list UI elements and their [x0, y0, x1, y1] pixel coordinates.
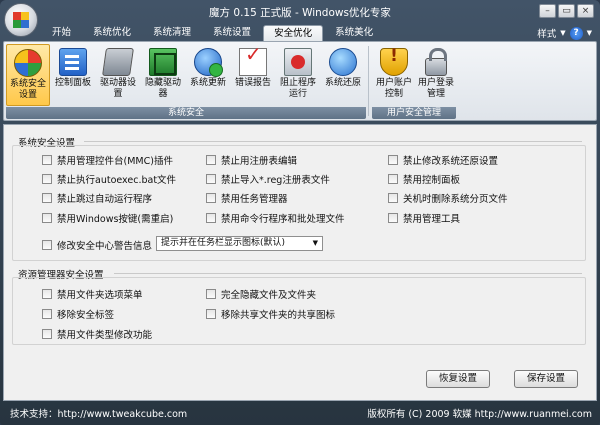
system-restore-icon	[329, 48, 357, 76]
option-disable-folder-options[interactable]: 禁用文件夹选项菜单	[42, 287, 143, 301]
checkbox[interactable]	[206, 213, 216, 223]
ribbon-hide-drive-button[interactable]: 隐藏驱动器	[141, 44, 185, 106]
app-logo-icon[interactable]	[4, 3, 38, 37]
login-lock-icon	[425, 48, 447, 76]
content-panel: 系统安全设置 禁用管理控件台(MMC)插件 禁止用注册表编辑 禁止修改系统还原设…	[3, 124, 597, 401]
support-link[interactable]: 技术支持：http://www.tweakcube.com	[10, 406, 187, 420]
ribbon-system-restore-button[interactable]: 系统还原	[321, 44, 365, 106]
tab-bar: 开始 系统优化 系统清理 系统设置 安全优化 系统美化 样式 ▼ ? ▼	[0, 24, 600, 42]
section-divider	[114, 273, 582, 274]
restore-settings-button[interactable]: 恢复设置	[426, 370, 490, 388]
error-report-icon	[239, 48, 267, 76]
checkbox[interactable]	[206, 155, 216, 165]
option-remove-security-tab[interactable]: 移除安全标签	[42, 307, 114, 321]
window-controls: – ▭ ×	[539, 4, 594, 18]
ribbon-error-report-button[interactable]: 错误报告	[231, 44, 275, 106]
style-menu[interactable]: 样式 ▼ ? ▼	[537, 26, 592, 40]
ribbon-group-system-security: 系统安全设置 控制面板 驱动器设置 隐藏驱动器 系统更新 错误报告	[6, 44, 366, 119]
app-window: 魔方 0.15 正式版 - Windows优化专家 – ▭ × 开始 系统优化 …	[0, 0, 600, 425]
option-disable-filetype-modify[interactable]: 禁用文件类型修改功能	[42, 327, 152, 341]
chevron-down-icon: ▼	[560, 29, 566, 37]
option-disable-regedit[interactable]: 禁止用注册表编辑	[206, 153, 297, 167]
save-settings-button[interactable]: 保存设置	[514, 370, 578, 388]
option-hide-files-completely[interactable]: 完全隐藏文件及文件夹	[206, 287, 316, 301]
ribbon-system-security-settings-button[interactable]: 系统安全设置	[6, 44, 50, 106]
help-icon[interactable]: ?	[569, 26, 583, 40]
block-program-icon	[284, 48, 312, 76]
option-remove-share-icon[interactable]: 移除共享文件夹的共享图标	[206, 307, 335, 321]
control-panel-icon	[59, 48, 87, 76]
checkbox[interactable]	[42, 289, 52, 299]
checkbox[interactable]	[42, 329, 52, 339]
option-disable-autoexec[interactable]: 禁止执行autoexec.bat文件	[42, 172, 176, 186]
ribbon-group-user-security: 用户账户控制 用户登录管理 用户安全管理	[372, 44, 456, 119]
chevron-down-icon[interactable]: ▼	[587, 29, 592, 37]
checkbox[interactable]	[206, 289, 216, 299]
checkbox[interactable]	[206, 193, 216, 203]
tab-system-beautify[interactable]: 系统美化	[325, 25, 383, 42]
title-bar: 魔方 0.15 正式版 - Windows优化专家 – ▭ ×	[0, 0, 600, 37]
option-disable-admin-tools[interactable]: 禁用管理工具	[388, 211, 460, 225]
tab-system-clean[interactable]: 系统清理	[143, 25, 201, 42]
security-center-warning-select[interactable]: 提示并在任务栏显示图标(默认) ▼	[156, 236, 323, 251]
minimize-button[interactable]: –	[539, 4, 556, 18]
option-disable-cmd[interactable]: 禁用命令行程序和批处理文件	[206, 211, 345, 225]
checkbox[interactable]	[42, 193, 52, 203]
hidden-drive-icon	[149, 48, 177, 76]
checkbox[interactable]	[206, 309, 216, 319]
ribbon-block-program-button[interactable]: 阻止程序运行	[276, 44, 320, 106]
option-disable-control-panel[interactable]: 禁用控制面板	[388, 172, 460, 186]
ribbon-group-label: 系统安全	[6, 107, 366, 119]
update-icon	[194, 48, 223, 77]
ribbon-system-update-button[interactable]: 系统更新	[186, 44, 230, 106]
option-disable-mmc[interactable]: 禁用管理控件台(MMC)插件	[42, 153, 173, 167]
option-modify-security-center[interactable]: 修改安全中心警告信息	[42, 238, 152, 252]
checkbox[interactable]	[388, 155, 398, 165]
tab-system-optimize[interactable]: 系统优化	[83, 25, 141, 42]
ribbon: 系统安全设置 控制面板 驱动器设置 隐藏驱动器 系统更新 错误报告	[3, 41, 597, 121]
tab-system-settings[interactable]: 系统设置	[203, 25, 261, 42]
style-menu-label: 样式	[537, 29, 557, 40]
cube-icon	[13, 12, 29, 28]
tab-start[interactable]: 开始	[42, 25, 81, 42]
ribbon-group-label: 用户安全管理	[372, 107, 456, 119]
checkbox[interactable]	[42, 240, 52, 250]
uac-shield-icon	[380, 48, 408, 76]
ribbon-control-panel-button[interactable]: 控制面板	[51, 44, 95, 106]
option-disable-skip-autorun[interactable]: 禁止跳过自动运行程序	[42, 191, 152, 205]
checkbox[interactable]	[42, 309, 52, 319]
option-disable-restore-settings[interactable]: 禁止修改系统还原设置	[388, 153, 498, 167]
status-bar: 技术支持：http://www.tweakcube.com 版权所有 (C) 2…	[0, 401, 600, 425]
checkbox[interactable]	[388, 213, 398, 223]
option-disable-reg-import[interactable]: 禁止导入*.reg注册表文件	[206, 172, 330, 186]
option-disable-win-key[interactable]: 禁用Windows按键(需重启)	[42, 211, 173, 225]
chevron-down-icon: ▼	[312, 239, 318, 247]
option-delete-pagefile[interactable]: 关机时删除系统分页文件	[388, 191, 508, 205]
checkbox[interactable]	[42, 155, 52, 165]
ribbon-separator	[368, 46, 369, 116]
checkbox[interactable]	[42, 213, 52, 223]
checkbox[interactable]	[388, 174, 398, 184]
ribbon-login-manage-button[interactable]: 用户登录管理	[414, 44, 458, 106]
ribbon-uac-button[interactable]: 用户账户控制	[372, 44, 416, 106]
ribbon-drive-settings-button[interactable]: 驱动器设置	[96, 44, 140, 106]
copyright-text: 版权所有 (C) 2009 软媒 http://www.ruanmei.com	[367, 409, 592, 420]
checkbox[interactable]	[42, 174, 52, 184]
section-divider	[84, 141, 582, 142]
close-button[interactable]: ×	[577, 4, 594, 18]
tab-list: 开始 系统优化 系统清理 系统设置 安全优化 系统美化	[42, 25, 385, 42]
windows-globe-icon	[14, 49, 42, 77]
tab-security-optimize[interactable]: 安全优化	[263, 25, 324, 42]
drive-icon	[102, 48, 134, 76]
window-title: 魔方 0.15 正式版 - Windows优化专家	[209, 7, 391, 19]
checkbox[interactable]	[206, 174, 216, 184]
checkbox[interactable]	[388, 193, 398, 203]
maximize-button[interactable]: ▭	[558, 4, 575, 18]
option-disable-task-manager[interactable]: 禁用任务管理器	[206, 191, 288, 205]
